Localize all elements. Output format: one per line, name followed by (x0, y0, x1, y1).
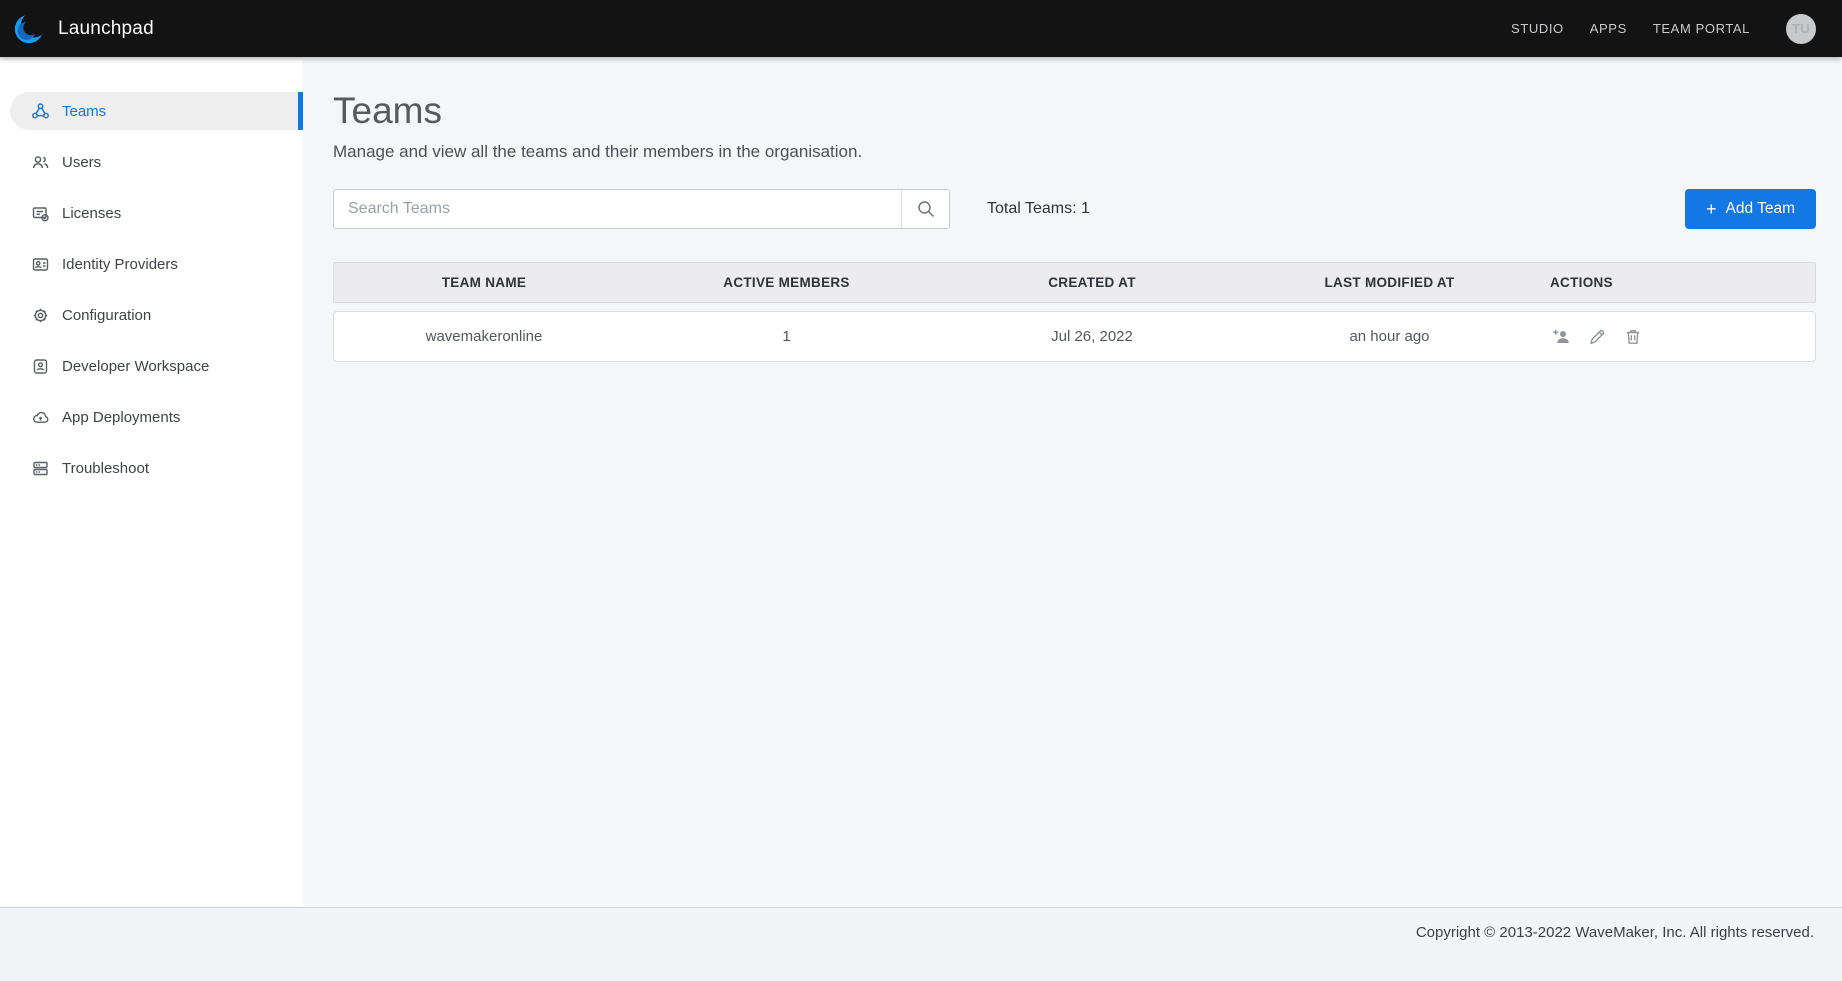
cell-actions (1534, 326, 1815, 347)
sidebar-item-users[interactable]: Users (10, 143, 303, 181)
sidebar-item-licenses[interactable]: Licenses (10, 194, 303, 232)
top-navigation: STUDIO APPS TEAM PORTAL TU (1511, 14, 1816, 44)
column-header-last-modified-at: LAST MODIFIED AT (1245, 275, 1534, 290)
search-button[interactable] (901, 190, 949, 228)
sidebar-item-app-deployments[interactable]: App Deployments (10, 398, 303, 436)
licenses-icon (31, 204, 50, 223)
cell-last-modified-at: an hour ago (1245, 328, 1534, 345)
page-title: Teams (333, 90, 1816, 132)
app-title: Launchpad (58, 18, 154, 40)
nav-link-apps[interactable]: APPS (1590, 21, 1627, 36)
edit-icon[interactable] (1586, 326, 1607, 347)
cell-created-at: Jul 26, 2022 (939, 328, 1245, 345)
cell-team-name: wavemakeronline (334, 328, 634, 345)
identity-providers-icon (31, 255, 50, 274)
total-teams-label: Total Teams: 1 (987, 200, 1090, 218)
search-icon (915, 198, 937, 220)
column-header-team-name: TEAM NAME (334, 275, 634, 290)
user-avatar[interactable]: TU (1786, 14, 1816, 44)
plus-icon: + (1706, 200, 1717, 218)
sidebar-item-configuration[interactable]: Configuration (10, 296, 303, 334)
sidebar-item-label: Configuration (62, 307, 151, 324)
sidebar-item-label: Developer Workspace (62, 358, 209, 375)
developer-workspace-icon (31, 357, 50, 376)
app-window: Launchpad STUDIO APPS TEAM PORTAL TU (0, 0, 1842, 981)
sidebar-item-label: Teams (62, 103, 106, 120)
column-header-actions: ACTIONS (1534, 275, 1815, 290)
teams-table: TEAM NAME ACTIVE MEMBERS CREATED AT LAST… (333, 262, 1816, 362)
sidebar-item-identity-providers[interactable]: Identity Providers (10, 245, 303, 283)
sidebar-item-developer-workspace[interactable]: Developer Workspace (10, 347, 303, 385)
configuration-icon (31, 306, 50, 325)
search-box (333, 189, 950, 229)
column-header-active-members: ACTIVE MEMBERS (634, 275, 939, 290)
table-header-row: TEAM NAME ACTIVE MEMBERS CREATED AT LAST… (333, 262, 1816, 303)
add-member-icon[interactable] (1550, 326, 1571, 347)
footer: Copyright © 2013-2022 WaveMaker, Inc. Al… (0, 907, 1842, 981)
sidebar-item-teams[interactable]: Teams (10, 92, 303, 130)
table-row: wavemakeronline 1 Jul 26, 2022 an hour a… (333, 311, 1816, 362)
sidebar-item-label: Troubleshoot (62, 460, 149, 477)
cell-active-members: 1 (634, 328, 939, 345)
page-subtitle: Manage and view all the teams and their … (333, 142, 1816, 162)
teams-icon (31, 102, 50, 121)
main-content: Teams Manage and view all the teams and … (303, 57, 1842, 907)
app-deployments-icon (31, 408, 50, 427)
add-team-button-label: Add Team (1725, 200, 1795, 218)
add-team-button[interactable]: + Add Team (1685, 189, 1816, 229)
app-body: Teams Users (0, 57, 1842, 907)
wavemaker-logo-icon (12, 12, 46, 46)
sidebar: Teams Users (0, 57, 303, 907)
controls-row: Total Teams: 1 + Add Team (333, 189, 1816, 229)
sidebar-item-label: Users (62, 154, 101, 171)
nav-link-studio[interactable]: STUDIO (1511, 21, 1564, 36)
sidebar-item-troubleshoot[interactable]: Troubleshoot (10, 449, 303, 487)
search-input[interactable] (334, 190, 901, 228)
top-header: Launchpad STUDIO APPS TEAM PORTAL TU (0, 0, 1842, 57)
sidebar-item-label: Identity Providers (62, 256, 178, 273)
delete-icon[interactable] (1622, 326, 1643, 347)
sidebar-item-label: App Deployments (62, 409, 180, 426)
column-header-created-at: CREATED AT (939, 275, 1245, 290)
nav-link-team-portal[interactable]: TEAM PORTAL (1653, 21, 1750, 36)
troubleshoot-icon (31, 459, 50, 478)
copyright-text: Copyright © 2013-2022 WaveMaker, Inc. Al… (1416, 924, 1814, 941)
users-icon (31, 153, 50, 172)
sidebar-item-label: Licenses (62, 205, 121, 222)
